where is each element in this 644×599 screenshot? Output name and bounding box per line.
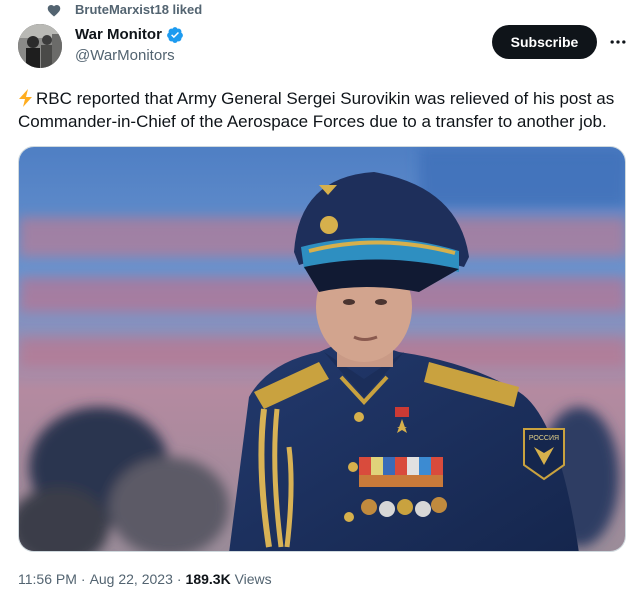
tweet-date[interactable]: Aug 22, 2023 bbox=[90, 571, 173, 587]
subscribe-button[interactable]: Subscribe bbox=[492, 25, 597, 59]
tweet-time[interactable]: 11:56 PM bbox=[18, 571, 77, 587]
avatar[interactable] bbox=[18, 24, 62, 68]
social-context-text[interactable]: BruteMarxist18 liked bbox=[75, 2, 202, 18]
author-name-row: War Monitor bbox=[75, 25, 184, 44]
tweet-meta-row: 11:56 PM · Aug 22, 2023 · 189.3K Views bbox=[18, 571, 272, 587]
views-count: 189.3K bbox=[185, 571, 231, 587]
views-label: Views bbox=[234, 571, 272, 587]
lightning-bolt-icon bbox=[18, 89, 34, 107]
tweet-text-block: RBC reported that Army General Sergei Su… bbox=[18, 87, 630, 133]
more-dots-icon[interactable] bbox=[605, 29, 631, 55]
heart-icon bbox=[46, 3, 62, 18]
tweet-text: RBC reported that Army General Sergei Su… bbox=[18, 89, 615, 131]
author-display-name[interactable]: War Monitor bbox=[75, 25, 162, 44]
tweet-media-photo[interactable]: РОССИЯ bbox=[18, 146, 626, 552]
author-handle[interactable]: @WarMonitors bbox=[75, 46, 175, 65]
sleeve-patch-text: РОССИЯ bbox=[529, 435, 559, 442]
verified-badge-icon bbox=[166, 26, 184, 44]
